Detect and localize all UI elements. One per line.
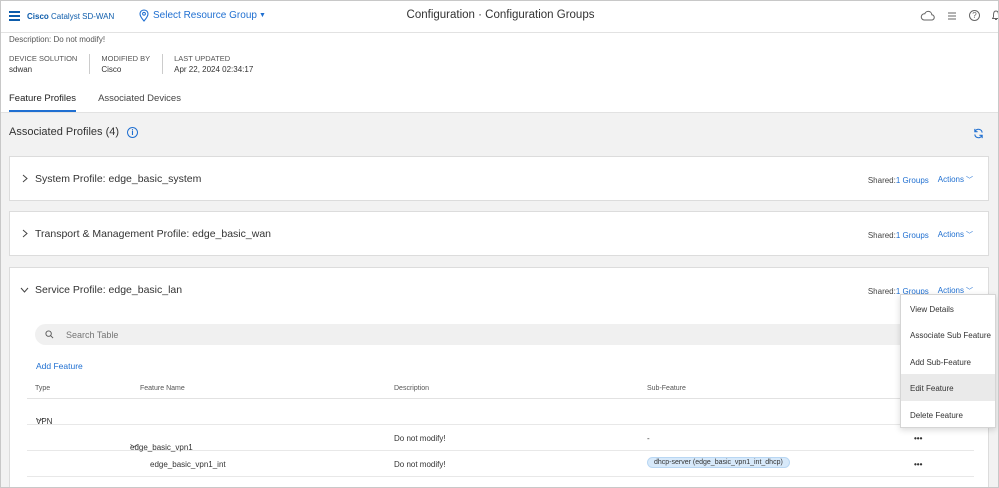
meta-label: LAST UPDATED bbox=[174, 54, 231, 63]
profiles-panel: Associated Profiles (4) i System Profile… bbox=[1, 113, 998, 487]
table-row[interactable]: edge_basic_vpn1_int Do not modify! dhcp-… bbox=[27, 451, 974, 477]
search-icon bbox=[45, 330, 54, 339]
info-icon[interactable]: i bbox=[127, 126, 139, 138]
shared-groups-link[interactable]: 1 Groups bbox=[896, 231, 929, 240]
profile-name: Service Profile: edge_basic_lan bbox=[35, 284, 183, 296]
list-icon[interactable] bbox=[947, 11, 957, 21]
chevron-right-icon[interactable] bbox=[20, 229, 29, 238]
meta-value: Cisco bbox=[101, 65, 122, 74]
meta-label: MODIFIED BY bbox=[101, 54, 151, 63]
profile-name: Transport & Management Profile: edge_bas… bbox=[35, 228, 271, 240]
tab-associated-devices[interactable]: Associated Devices bbox=[98, 93, 181, 112]
shared-groups-link[interactable]: 1 Groups bbox=[896, 176, 929, 185]
page-title: Configuration · Configuration Groups bbox=[406, 9, 595, 21]
meta-value: sdwan bbox=[9, 65, 33, 74]
associated-profiles-heading: Associated Profiles (4) i bbox=[9, 126, 139, 138]
shared-label: Shared: bbox=[867, 175, 896, 185]
shared-info: Shared:1 Groups Actions ﹀ bbox=[868, 230, 973, 240]
actions-dropdown[interactable]: Actions ﹀ bbox=[938, 230, 973, 240]
tab-bar: Feature Profiles Associated Devices bbox=[9, 93, 181, 112]
shared-text: Shared:1 Groups bbox=[868, 176, 929, 185]
table-header: Type Feature Name Description Sub-Featur… bbox=[27, 378, 974, 399]
profile-header[interactable]: Transport & Management Profile: edge_bas… bbox=[10, 212, 988, 256]
meta-device-solution: DEVICE SOLUTION sdwan bbox=[9, 54, 91, 74]
tab-feature-profiles[interactable]: Feature Profiles bbox=[9, 93, 77, 112]
feature-table: Type Feature Name Description Sub-Featur… bbox=[27, 378, 974, 477]
chevron-down-icon: ﹀ bbox=[966, 177, 973, 184]
actions-menu: View Details Associate Sub Feature Add S… bbox=[900, 294, 996, 428]
chevron-down-icon: ﹀ bbox=[966, 232, 973, 239]
column-header[interactable]: Type bbox=[35, 385, 50, 392]
more-icon[interactable]: ••• bbox=[914, 434, 922, 443]
meta-value: Apr 22, 2024 02:34:17 bbox=[174, 65, 254, 74]
column-header[interactable]: Feature Name bbox=[140, 385, 185, 392]
menu-item-delete-feature[interactable]: Delete Feature bbox=[901, 401, 995, 427]
search-input[interactable] bbox=[66, 329, 466, 340]
profile-transport: Transport & Management Profile: edge_bas… bbox=[9, 211, 989, 256]
profile-service: Service Profile: edge_basic_lan Shared:1… bbox=[9, 267, 989, 487]
more-icon[interactable]: ••• bbox=[914, 460, 922, 469]
top-icons: ? bbox=[920, 10, 998, 21]
menu-item-edit-feature[interactable]: Edit Feature bbox=[901, 374, 995, 401]
associated-profiles-title: Associated Profiles (4) bbox=[9, 126, 120, 138]
cloud-icon[interactable] bbox=[920, 10, 935, 21]
add-feature-button[interactable]: Add Feature bbox=[36, 361, 83, 371]
help-icon[interactable]: ? bbox=[969, 10, 980, 21]
menu-item-associate-sub-feature[interactable]: Associate Sub Feature bbox=[901, 321, 995, 347]
bell-icon[interactable] bbox=[992, 10, 998, 21]
column-header[interactable]: Description bbox=[394, 385, 429, 392]
column-header[interactable]: Sub-Feature bbox=[647, 385, 686, 392]
sub-feature-pill[interactable]: dhcp-server (edge_basic_vpn1_int_dhcp) bbox=[647, 457, 790, 468]
shared-text: Shared:1 Groups bbox=[868, 231, 929, 240]
refresh-icon[interactable] bbox=[973, 128, 984, 139]
app-window: Cisco Catalyst SD-WAN Select Resource Gr… bbox=[0, 0, 999, 488]
group-description: Description: Do not modify! bbox=[9, 35, 106, 44]
shared-info: Shared:1 Groups Actions ﹀ bbox=[868, 175, 973, 185]
table-row[interactable]: ﹀ edge_basic_vpn1 Do not modify! - ••• bbox=[27, 425, 974, 453]
menu-item-add-sub-feature[interactable]: Add Sub-Feature bbox=[901, 348, 995, 374]
meta-label: DEVICE SOLUTION bbox=[9, 54, 78, 63]
actions-label: Actions bbox=[937, 175, 964, 184]
actions-dropdown[interactable]: Actions ﹀ bbox=[938, 175, 973, 185]
row-description: Do not modify! bbox=[394, 460, 446, 469]
menu-item-view-details[interactable]: View Details bbox=[901, 295, 995, 321]
table-row[interactable]: ﹀ VPN bbox=[27, 399, 974, 427]
row-description: Do not modify! bbox=[394, 434, 446, 443]
meta-info: DEVICE SOLUTION sdwan MODIFIED BY Cisco … bbox=[9, 54, 276, 74]
profile-header[interactable]: System Profile: edge_basic_system Shared… bbox=[10, 157, 988, 201]
profile-header[interactable]: Service Profile: edge_basic_lan Shared:1… bbox=[10, 268, 988, 312]
chevron-down-icon[interactable] bbox=[20, 285, 29, 294]
shared-label: Shared: bbox=[867, 286, 896, 296]
chevron-right-icon[interactable] bbox=[20, 174, 29, 183]
feature-name: edge_basic_vpn1_int bbox=[150, 460, 226, 469]
meta-modified-by: MODIFIED BY Cisco bbox=[101, 54, 164, 74]
row-sub-feature: - bbox=[647, 434, 650, 443]
meta-last-updated: LAST UPDATED Apr 22, 2024 02:34:17 bbox=[174, 54, 265, 74]
profile-system: System Profile: edge_basic_system Shared… bbox=[9, 156, 989, 201]
search-bar bbox=[35, 324, 975, 345]
profile-name: System Profile: edge_basic_system bbox=[35, 173, 202, 185]
shared-label: Shared: bbox=[867, 230, 896, 240]
actions-label: Actions bbox=[937, 230, 964, 239]
top-bar: Cisco Catalyst SD-WAN Select Resource Gr… bbox=[1, 1, 998, 33]
